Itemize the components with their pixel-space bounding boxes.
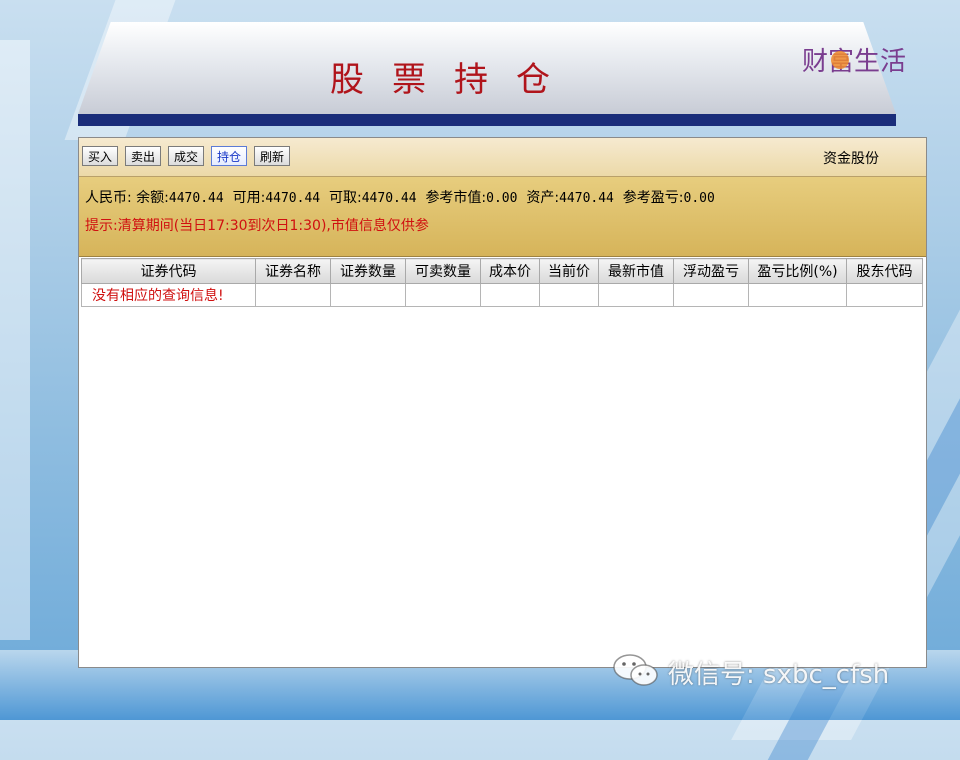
column-header-pnl-ratio[interactable]: 盈亏比例(%): [748, 258, 847, 284]
table-cell: [748, 283, 847, 307]
toolbar: 买入 卖出 成交 持仓 刷新 资金股份: [79, 138, 926, 177]
table-cell: [405, 283, 481, 307]
withdrawable-value: 4470.44: [361, 191, 417, 206]
trades-button[interactable]: 成交: [168, 146, 204, 166]
table-row[interactable]: 没有相应的查询信息!: [81, 283, 923, 307]
assets-label: 资产:: [526, 190, 560, 206]
background-stripe: [0, 40, 30, 640]
column-header-quantity[interactable]: 证券数量: [330, 258, 406, 284]
watermark-text: 微信号: sxbc_cfsh: [668, 660, 890, 690]
table-header-row: 证券代码 证券名称 证券数量 可卖数量 成本价 当前价 最新市值 浮动盈亏 盈亏…: [81, 258, 923, 284]
column-header-current-price[interactable]: 当前价: [539, 258, 599, 284]
column-header-cost-price[interactable]: 成本价: [480, 258, 540, 284]
table-cell: [846, 283, 923, 307]
balance-label: 余额:: [136, 190, 169, 206]
brand-logo: 财富生活: [802, 47, 906, 77]
column-header-sellable-quantity[interactable]: 可卖数量: [405, 258, 481, 284]
table-cell: [539, 283, 599, 307]
account-name: 资金股份: [823, 151, 879, 167]
positions-table: 证券代码 证券名称 证券数量 可卖数量 成本价 当前价 最新市值 浮动盈亏 盈亏…: [81, 258, 924, 307]
table-cell: [255, 283, 331, 307]
slide-title: 股票持仓: [330, 60, 578, 100]
brand-logo-text: 财富生活: [802, 47, 906, 77]
balance-line: 人民币: 余额:4470.44 可用:4470.44 可取:4470.44 参考…: [85, 187, 715, 207]
column-header-security-name[interactable]: 证券名称: [255, 258, 331, 284]
table-cell: [330, 283, 406, 307]
sell-button[interactable]: 卖出: [125, 146, 161, 166]
currency-label: 人民币:: [85, 190, 132, 206]
buy-button[interactable]: 买入: [82, 146, 118, 166]
profit-label: 参考盈亏:: [622, 190, 684, 206]
table-cell: [598, 283, 674, 307]
column-header-market-value[interactable]: 最新市值: [598, 258, 674, 284]
refresh-button[interactable]: 刷新: [254, 146, 290, 166]
table-cell: [480, 283, 540, 307]
empty-message: 没有相应的查询信息!: [81, 283, 256, 307]
withdrawable-label: 可取:: [329, 190, 362, 206]
column-header-shareholder-code[interactable]: 股东代码: [846, 258, 923, 284]
slide-header-bar: [78, 114, 896, 126]
profit-value: 0.00: [683, 191, 715, 206]
assets-value: 4470.44: [559, 191, 614, 206]
account-summary: 人民币: 余额:4470.44 可用:4470.44 可取:4470.44 参考…: [79, 177, 926, 257]
market-value-label: 参考市值:: [425, 190, 487, 206]
available-value: 4470.44: [265, 191, 321, 206]
trading-window: 买入 卖出 成交 持仓 刷新 资金股份 人民币: 余额:4470.44 可用:4…: [78, 137, 927, 668]
settlement-notice: 提示:清算期间(当日17:30到次日1:30),市值信息仅供参: [85, 218, 429, 234]
column-header-floating-pnl[interactable]: 浮动盈亏: [673, 258, 749, 284]
wechat-icon: [613, 654, 658, 686]
balance-value: 4470.44: [168, 191, 224, 206]
column-header-security-code[interactable]: 证券代码: [81, 258, 256, 284]
positions-button[interactable]: 持仓: [211, 146, 247, 166]
market-value: 0.00: [486, 191, 518, 206]
available-label: 可用:: [232, 190, 266, 206]
table-cell: [673, 283, 749, 307]
